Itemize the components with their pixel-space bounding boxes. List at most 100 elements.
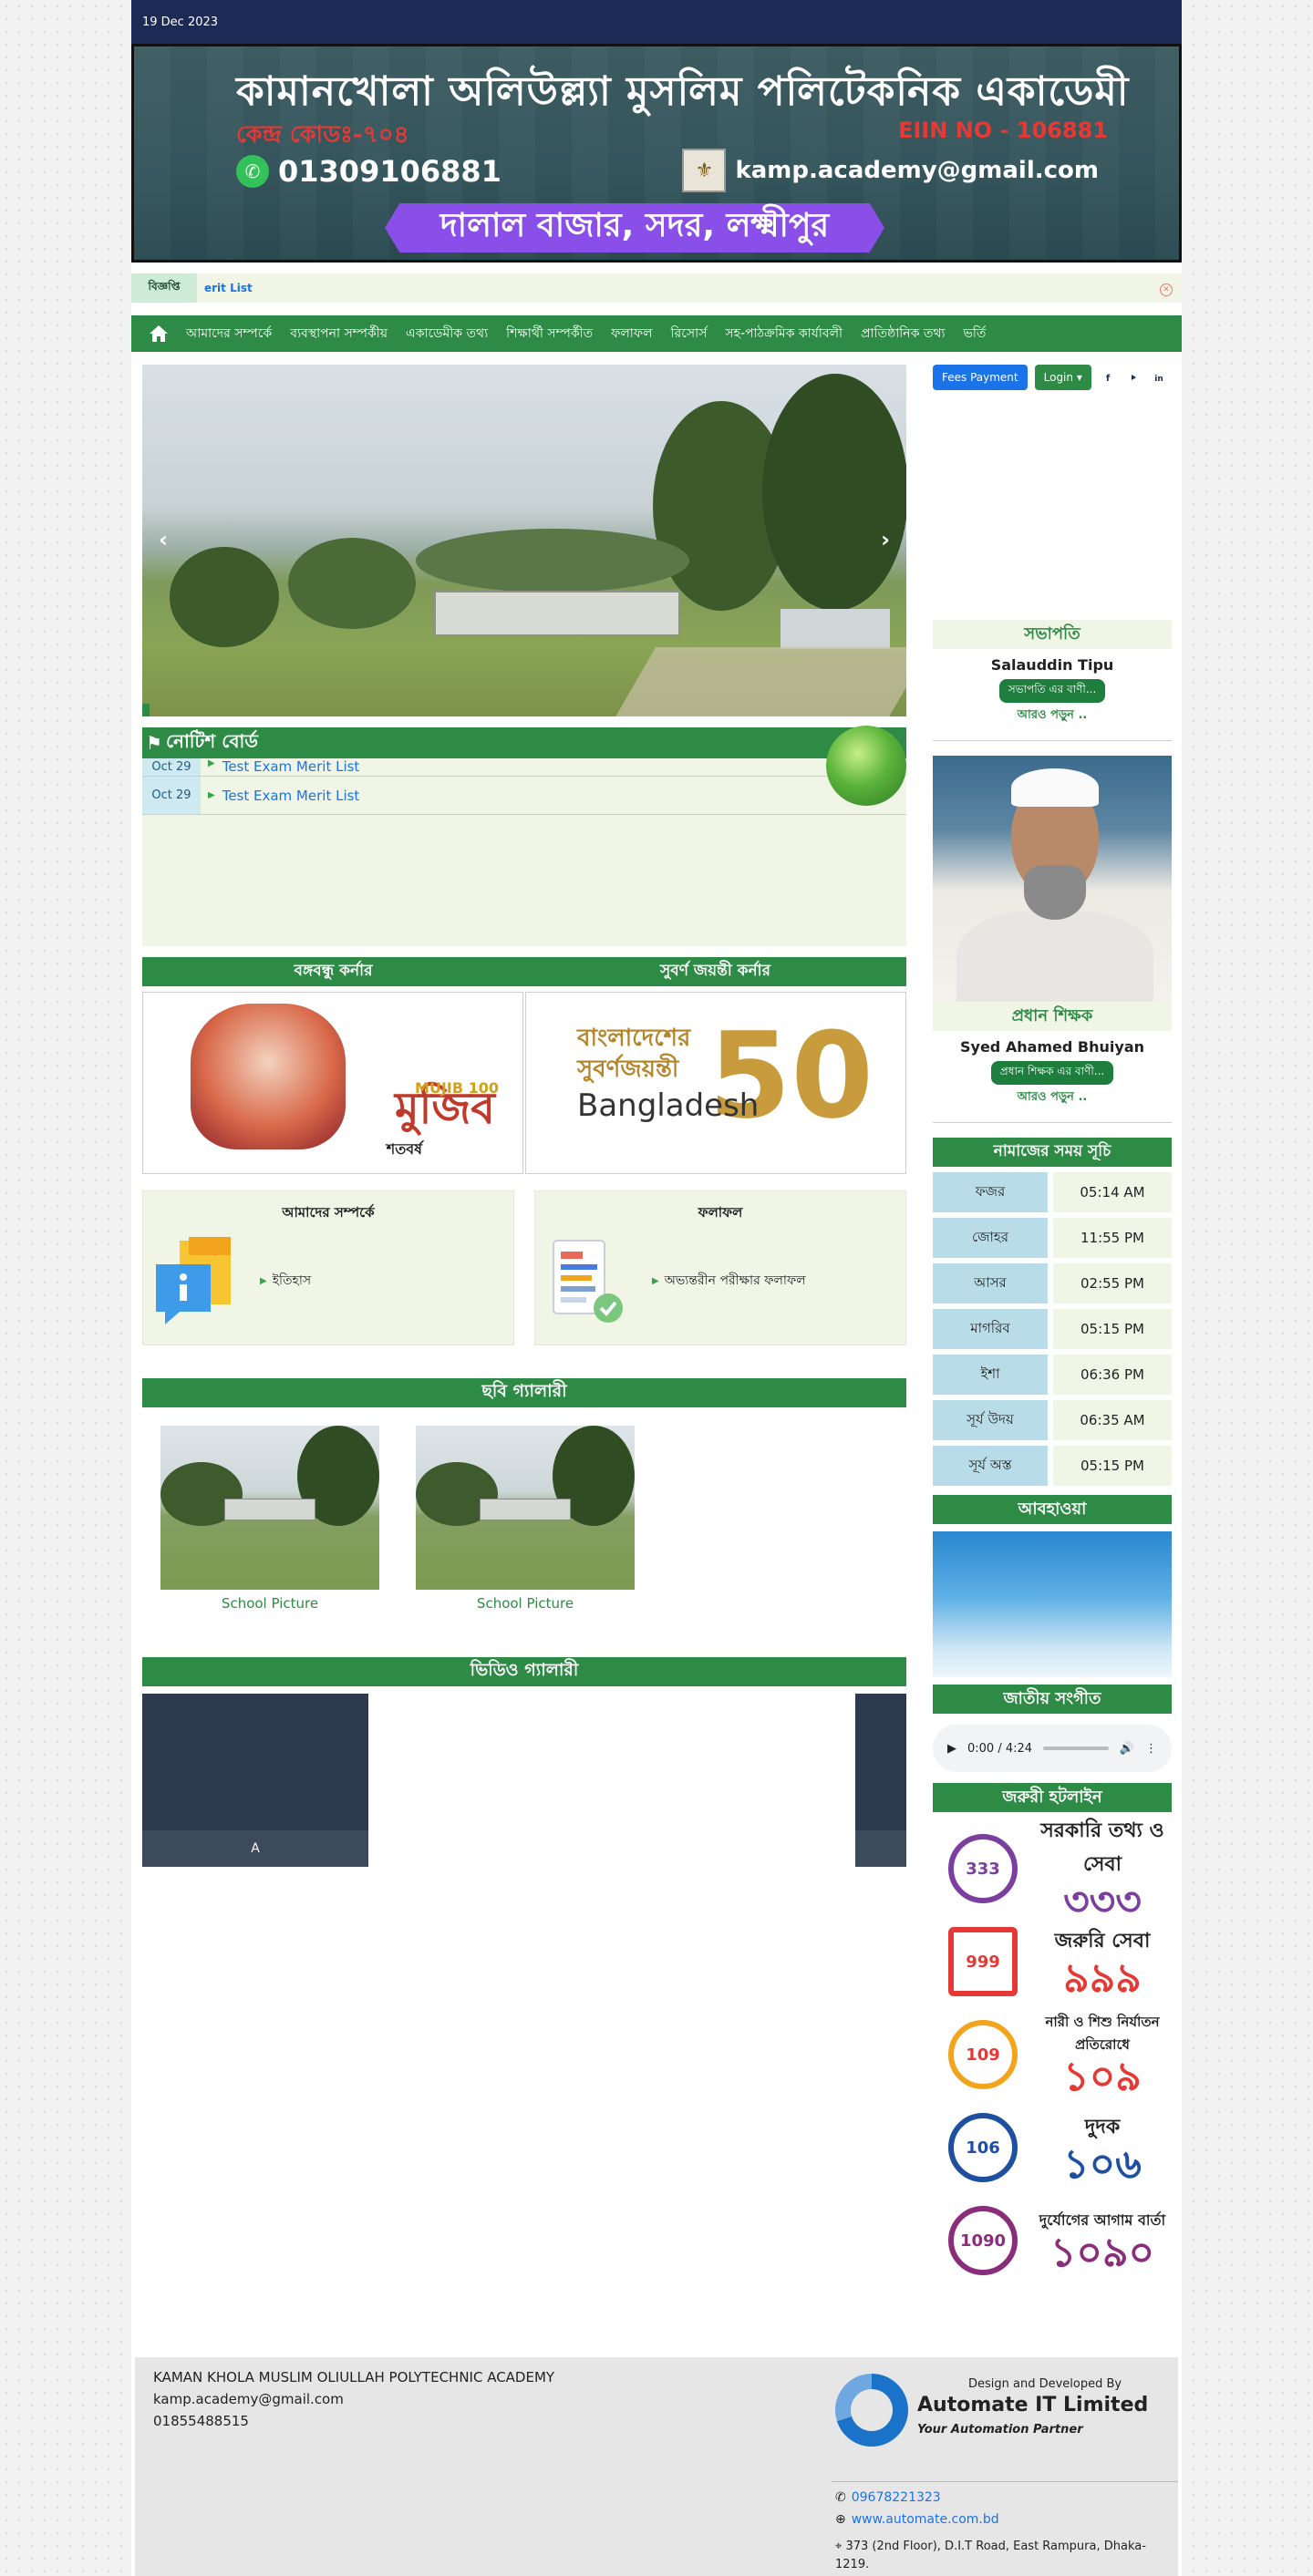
audio-progress-bar[interactable]: [1043, 1747, 1109, 1750]
nav-academic[interactable]: একাডেমীক তথ্য: [397, 323, 497, 345]
gallery-caption[interactable]: School Picture: [160, 1595, 379, 1612]
slider-next-icon[interactable]: ›: [881, 527, 890, 552]
hotline-label: নারী ও শিশু নির্যাতন প্রতিরোধে: [1045, 2014, 1160, 2053]
nav-results[interactable]: ফলাফল: [602, 323, 661, 345]
nav-admission[interactable]: ভর্তি: [955, 323, 996, 345]
play-icon[interactable]: ▶: [947, 1742, 956, 1756]
photo-gallery-title: ছবি গ্যালারী: [142, 1378, 906, 1407]
hotline-label: জরুরি সেবা: [1054, 1929, 1151, 1953]
nav-students[interactable]: শিক্ষার্থী সম্পর্কীত: [497, 323, 602, 345]
hotline-item[interactable]: 1090 দুর্যোগের আগাম বার্তা ১০৯০: [933, 2197, 1172, 2284]
mujib-badge: MUJIB 100: [415, 1079, 499, 1097]
hotline-label: সরকারি তথ্য ও সেবা: [1040, 1819, 1164, 1876]
slider-prev-icon[interactable]: ‹: [159, 527, 168, 552]
image-slider: ‹ ›: [142, 365, 906, 716]
president-message-button[interactable]: সভাপতি এর বাণী...: [998, 679, 1106, 703]
main-column: ‹ › ⚑ নোটিশ বোর্ড Oct 29 ▶ Test Exam Mer…: [142, 365, 906, 1867]
notice-item[interactable]: Oct 29 ▶ Test Exam Merit List: [142, 777, 906, 815]
internal-result-link[interactable]: অভ্যন্তরীন পরীক্ষার ফলাফল: [665, 1270, 806, 1292]
info-boxes: আমাদের সম্পর্কে ▶ ইতিহাস ফলাফল ▶ অভ্যন্ত…: [142, 1190, 906, 1345]
hotline-item[interactable]: 333 সরকারি তথ্য ও সেবা ৩৩৩: [933, 1819, 1172, 1922]
hotline-item[interactable]: 999 জরুরি সেবা ৯৯৯: [933, 1918, 1172, 2005]
developer-name: Automate IT Limited: [917, 2394, 1149, 2416]
hotline-number: ৯৯৯: [1063, 1954, 1142, 2002]
internal-result-link-row[interactable]: ▶ অভ্যন্তরীন পরীক্ষার ফলাফল: [652, 1270, 806, 1292]
notice-item[interactable]: Oct 29 ▶ Test Exam Merit List: [142, 758, 906, 777]
gallery-item[interactable]: School Picture: [416, 1426, 635, 1612]
header-banner: কামানখোলা অলিউল্ল্যা মুসলিম পলিটেকনিক এক…: [131, 44, 1182, 263]
prayer-row: মাগরিব 05:15 PM: [933, 1309, 1172, 1349]
close-icon[interactable]: ✕: [1160, 283, 1173, 296]
hotline-item[interactable]: 106 দুদক ১০৬: [933, 2104, 1172, 2191]
anthem-title: জাতীয় সংগীত: [933, 1685, 1172, 1714]
nav-management[interactable]: ব্যবস্থাপনা সম্পর্কীয়: [281, 323, 397, 345]
video-item[interactable]: A: [142, 1694, 368, 1867]
automate-logo[interactable]: [835, 2374, 908, 2447]
notice-date: Oct 29: [142, 777, 201, 814]
history-link-row[interactable]: ▶ ইতিহাস: [260, 1270, 311, 1292]
hotline-number: ১০৯: [1063, 2054, 1142, 2100]
phone-icon: ✆: [835, 2490, 846, 2505]
more-options-icon[interactable]: ⋮: [1145, 1742, 1157, 1756]
bangabandhu-corner-title: বঙ্গবন্ধু কর্নার: [142, 957, 524, 986]
hotline-109-icon: 109: [948, 2020, 1018, 2089]
anthem-audio-player[interactable]: ▶ 0:00 / 4:24 🔊 ⋮: [933, 1725, 1172, 1772]
play-arrow-icon: ▶: [208, 758, 215, 768]
home-icon[interactable]: [140, 325, 177, 343]
main-nav: আমাদের সম্পর্কে ব্যবস্থাপনা সম্পর্কীয় এ…: [131, 303, 1182, 352]
prayer-name: সূর্য অস্ত: [933, 1446, 1048, 1486]
prayer-time: 11:55 PM: [1053, 1218, 1172, 1258]
hotline-item[interactable]: 109 নারী ও শিশু নির্যাতন প্রতিরোধে ১০৯: [933, 2011, 1172, 2098]
head-message-button[interactable]: প্রধান শিক্ষক এর বাণী...: [990, 1061, 1114, 1085]
video-item[interactable]: [855, 1694, 906, 1867]
slider-indicator[interactable]: [142, 704, 150, 716]
gallery-item[interactable]: School Picture: [160, 1426, 379, 1612]
developer-phone[interactable]: 09678221323: [852, 2490, 941, 2505]
prayer-row: ফজর 05:14 AM: [933, 1172, 1172, 1212]
developer-phone-row[interactable]: ✆ 09678221323: [835, 2490, 941, 2505]
nav-institutional[interactable]: প্রাতিষ্ঠানিক তথ্য: [852, 323, 954, 345]
volume-icon[interactable]: 🔊: [1120, 1742, 1134, 1756]
design-label: Design and Developed By: [968, 2377, 1122, 2391]
nav-resources[interactable]: রিসোর্স: [662, 323, 717, 345]
gallery-photo[interactable]: [160, 1426, 379, 1590]
hotline-1090-icon: 1090: [948, 2206, 1018, 2275]
nav-about[interactable]: আমাদের সম্পর্কে: [177, 323, 281, 345]
gallery-photo[interactable]: [416, 1426, 635, 1590]
mujib-100-image[interactable]: মুজিব শতবর্ষ MUJIB 100: [142, 992, 523, 1174]
ticker-link[interactable]: erit List: [197, 282, 253, 294]
prayer-name: আসর: [933, 1263, 1048, 1303]
banner-address: দালাল বাজার, সদর, লক্ষ্মীপুর: [385, 203, 884, 252]
developer-address-row: ⌖ 373 (2nd Floor), D.I.T Road, East Ramp…: [835, 2538, 1163, 2573]
phone-icon: ✆: [236, 155, 269, 188]
globe-icon: [826, 726, 906, 806]
prayer-name: জোহর: [933, 1218, 1048, 1258]
golden-jubilee-image[interactable]: 50 বাংলাদেশের সুবর্ণজয়ন্তী Bangladesh: [525, 992, 906, 1174]
notice-board: ⚑ নোটিশ বোর্ড Oct 29 ▶ Test Exam Merit L…: [142, 726, 906, 946]
footer-contact: KAMAN KHOLA MUSLIM OLIULLAH POLYTECHNIC …: [153, 2366, 554, 2432]
developer-address: 373 (2nd Floor), D.I.T Road, East Rampur…: [835, 2540, 1146, 2571]
nav-co-curricular[interactable]: সহ-পাঠক্রমিক কার্যাবলী: [716, 323, 852, 345]
video-caption: A: [142, 1830, 368, 1867]
developer-website[interactable]: www.automate.com.bd: [852, 2512, 999, 2527]
play-arrow-icon: ▶: [652, 1275, 659, 1286]
developer-web-row[interactable]: ⊕ www.automate.com.bd: [835, 2512, 999, 2527]
location-icon: ⌖: [835, 2540, 843, 2553]
prayer-row: সূর্য অস্ত 05:15 PM: [933, 1446, 1172, 1486]
institution-logo: ⚜: [682, 149, 727, 192]
top-bar: 19 Dec 2023 Fees Payment Login ▾ f in: [131, 0, 1182, 390]
mujib-subtext: শতবর্ষ: [386, 1140, 422, 1158]
head-read-more[interactable]: আরও পড়ুন ..: [933, 1088, 1172, 1108]
notice-link[interactable]: Test Exam Merit List: [222, 788, 360, 804]
divider: [933, 1122, 1172, 1123]
notice-link[interactable]: Test Exam Merit List: [222, 758, 360, 775]
president-title: সভাপতি: [933, 620, 1172, 649]
golden-jubilee-text: বাংলাদেশের সুবর্ণজয়ন্তী: [577, 1025, 691, 1083]
play-arrow-icon: ▶: [260, 1275, 267, 1286]
president-read-more[interactable]: আরও পড়ুন ..: [933, 706, 1172, 726]
prayer-time: 05:14 AM: [1053, 1172, 1172, 1212]
gallery-caption[interactable]: School Picture: [416, 1595, 635, 1612]
history-link[interactable]: ইতিহাস: [273, 1270, 311, 1292]
prayer-row: জোহর 11:55 PM: [933, 1218, 1172, 1258]
prayer-row: সূর্য উদয় 06:35 AM: [933, 1400, 1172, 1440]
